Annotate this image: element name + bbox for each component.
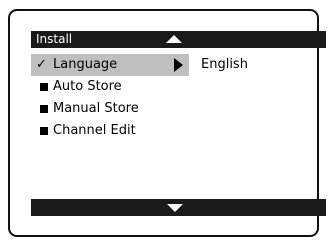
menu-item-label: Auto Store bbox=[53, 79, 122, 94]
bullet-icon bbox=[40, 83, 48, 91]
submenu-header-bar bbox=[189, 31, 326, 48]
menu-footer bbox=[31, 199, 326, 216]
install-menu-list: ✓ Language Auto Store Manual Store Chann… bbox=[31, 54, 189, 142]
menu-item-language[interactable]: ✓ Language bbox=[31, 54, 189, 76]
menu-item-manual-store[interactable]: Manual Store bbox=[31, 98, 189, 120]
check-icon: ✓ bbox=[36, 57, 47, 72]
bullet-icon bbox=[40, 127, 48, 135]
menu-header: Install bbox=[31, 31, 189, 48]
menu-item-label: Language bbox=[53, 57, 118, 72]
menu-item-label: Channel Edit bbox=[53, 123, 136, 138]
bullet-icon bbox=[40, 105, 48, 113]
chevron-right-icon bbox=[174, 58, 183, 72]
scroll-down-icon[interactable] bbox=[167, 204, 183, 212]
menu-item-auto-store[interactable]: Auto Store bbox=[31, 76, 189, 98]
language-value[interactable]: English bbox=[201, 54, 248, 76]
menu-item-channel-edit[interactable]: Channel Edit bbox=[31, 120, 189, 142]
menu-title: Install bbox=[36, 32, 73, 46]
scroll-up-icon[interactable] bbox=[166, 35, 182, 43]
menu-item-label: Manual Store bbox=[53, 101, 139, 116]
